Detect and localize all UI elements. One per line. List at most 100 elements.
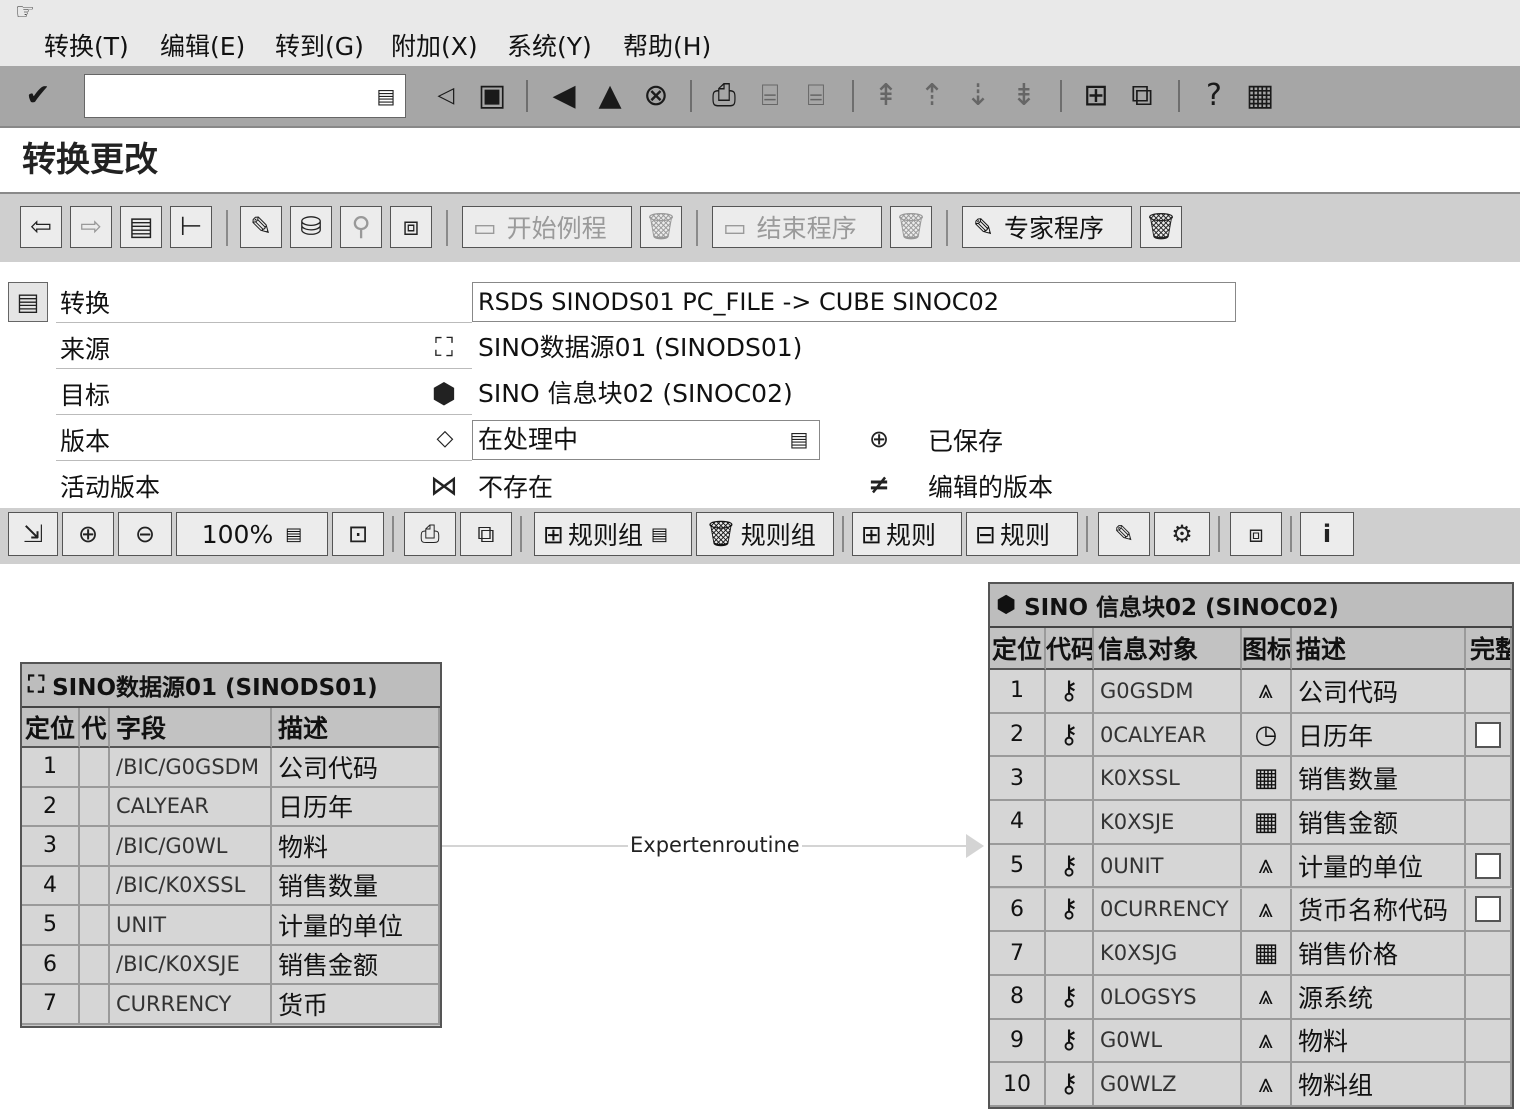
version-dropdown-icon[interactable]: ▤ <box>786 426 812 452</box>
enter-check-icon[interactable]: ✔ <box>18 74 58 118</box>
help-icon[interactable]: ? <box>1194 74 1234 118</box>
menu-edit[interactable]: 编辑(E) <box>160 30 245 64</box>
copy-graphic-icon[interactable]: ⧉ <box>460 512 512 556</box>
back-arrow-icon[interactable]: ⇦ <box>20 206 62 248</box>
column-header[interactable]: 信息对象 <box>1094 628 1242 670</box>
menu-help[interactable]: 帮助(H) <box>623 30 711 64</box>
shortcut-icon[interactable]: ⧉ <box>1122 74 1162 118</box>
table-row[interactable]: 2 CALYEAR 日历年 <box>22 787 440 827</box>
check-rule-icon[interactable]: ⚙ <box>1154 512 1210 556</box>
system-menu-icon[interactable]: ☞ <box>10 2 40 24</box>
create-rule-group-button[interactable]: ⊞ 规则组 ▤ <box>534 512 692 556</box>
info-icon[interactable]: i <box>1300 512 1354 556</box>
table-row[interactable]: 5 ⚷ 0UNIT ⩓ 计量的单位 <box>990 844 1512 889</box>
command-dropdown-icon[interactable]: ▤ <box>372 82 400 110</box>
complete-checkbox[interactable] <box>1475 721 1501 748</box>
type-icon-cell: ⩓ <box>1242 975 1292 1020</box>
delete-rule-group-button[interactable]: 🗑 规则组 <box>696 512 834 556</box>
check-icon[interactable]: ⛁ <box>290 206 332 248</box>
delete-expert-routine-icon[interactable]: 🗑 <box>1140 206 1182 248</box>
zoom-in-icon[interactable]: ⊕ <box>62 512 114 556</box>
zoom-dropdown-icon: ▤ <box>285 523 303 545</box>
toolbar-separator <box>1290 516 1292 552</box>
first-page-icon[interactable]: ⇞ <box>866 74 906 118</box>
table-row[interactable]: 5 UNIT 计量的单位 <box>22 906 440 946</box>
print-icon[interactable]: ⎙ <box>704 74 744 118</box>
technical-info-icon[interactable]: ⧈ <box>390 206 432 248</box>
column-header[interactable]: 字段 <box>110 708 272 748</box>
column-header[interactable]: 完整 <box>1466 628 1512 670</box>
menu-goto[interactable]: 转到(G) <box>275 30 364 64</box>
column-header[interactable]: 描述 <box>272 708 440 748</box>
connector-label[interactable]: Expertenroutine <box>628 830 802 860</box>
column-header[interactable]: 代码 <box>1046 628 1094 670</box>
table-row[interactable]: 7 CURRENCY 货币 <box>22 985 440 1025</box>
forward-arrow-icon[interactable]: ⇨ <box>70 206 112 248</box>
edit-display-icon[interactable]: ✎ <box>240 206 282 248</box>
table-row[interactable]: 6/BIC/K0XSJE 销售金额 <box>22 945 440 985</box>
next-page-icon[interactable]: ⇣ <box>958 74 998 118</box>
table-row[interactable]: 1 ⚷ G0GSDM ⩓ 公司代码 <box>990 670 1512 714</box>
menu-extras[interactable]: 附加(X) <box>391 30 478 64</box>
find-icon[interactable]: ⌸ <box>750 74 790 118</box>
char-icon: ⩓ <box>1258 981 1274 1012</box>
column-header[interactable]: 描述 <box>1292 628 1466 670</box>
table-row[interactable]: 4 K0XSJE ▦ 销售金额 <box>990 801 1512 845</box>
table-row[interactable]: 8 ⚷ 0LOGSYS ⩓ 源系统 <box>990 975 1512 1020</box>
end-routine-button[interactable]: ▭ 结束程序 <box>712 206 882 248</box>
table-row[interactable]: 6 ⚷ 0CURRENCY ⩓ 货币名称代码 <box>990 888 1512 933</box>
back-icon[interactable]: ◀ <box>544 74 584 118</box>
zoom-select[interactable]: 100% ▤ <box>176 512 328 556</box>
complete-checkbox[interactable] <box>1475 852 1501 879</box>
collapse-header-icon[interactable]: ▤ <box>8 282 48 322</box>
command-field[interactable] <box>84 74 406 118</box>
unit-icon: ⩓ <box>1258 850 1274 881</box>
table-row[interactable]: 9 ⚷ G0WL ⩓ 物料 <box>990 1019 1512 1064</box>
previous-page-icon[interactable]: ⇡ <box>912 74 952 118</box>
new-session-icon[interactable]: ⊞ <box>1076 74 1116 118</box>
column-header[interactable]: 定位 <box>990 628 1046 670</box>
delete-rule-button[interactable]: ⊟ 规则 <box>966 512 1078 556</box>
last-page-icon[interactable]: ⇟ <box>1004 74 1044 118</box>
save-icon[interactable]: ▣ <box>472 74 512 118</box>
menu-system[interactable]: 系统(Y) <box>507 30 592 64</box>
zoom-out-icon[interactable]: ⊖ <box>118 512 172 556</box>
layout-menu-icon[interactable]: ▦ <box>1240 74 1280 118</box>
expert-routine-button[interactable]: ✎ 专家程序 <box>962 206 1132 248</box>
description-cell: 物料组 <box>1292 1063 1466 1107</box>
table-row[interactable]: 3/BIC/G0WL 物料 <box>22 827 440 867</box>
delete-end-routine-icon[interactable]: 🗑 <box>890 206 932 248</box>
transform-label: 转换 <box>60 289 111 318</box>
find-next-icon[interactable]: ⌸ <box>796 74 836 118</box>
create-rule-button[interactable]: ⊞ 规则 <box>852 512 962 556</box>
table-row[interactable]: 4/BIC/K0XSSL 销售数量 <box>22 866 440 906</box>
version-diamond-icon: ◇ <box>436 426 454 451</box>
activate-icon[interactable]: ⚲ <box>340 206 382 248</box>
type-icon-cell: ⩓ <box>1242 1063 1292 1107</box>
display-table-icon[interactable]: ▤ <box>120 206 162 248</box>
technical-details-icon[interactable]: ⧈ <box>1230 512 1282 556</box>
edit-rule-icon[interactable]: ✎ <box>1098 512 1150 556</box>
cancel-icon[interactable]: ⊗ <box>636 74 676 118</box>
print-graphic-icon[interactable]: ⎙ <box>404 512 456 556</box>
back-small-icon[interactable]: ◁ <box>426 74 466 118</box>
exit-icon[interactable]: ▲ <box>590 74 630 118</box>
hierarchy-icon[interactable]: ⊢ <box>170 206 212 248</box>
source-table-header: 定位 代 字段 描述 <box>22 708 440 748</box>
table-row[interactable]: 1/BIC/G0GSDM 公司代码 <box>22 748 440 788</box>
table-row[interactable]: 2 ⚷ 0CALYEAR ◷ 日历年 <box>990 713 1512 758</box>
infoobject-cell: 0UNIT <box>1094 844 1242 889</box>
table-row[interactable]: 7 K0XSJG ▦ 销售价格 <box>990 932 1512 976</box>
start-routine-button[interactable]: ▭ 开始例程 <box>462 206 632 248</box>
table-row[interactable]: 3 K0XSSL ▦ 销售数量 <box>990 757 1512 802</box>
layout-icon[interactable]: ⇲ <box>8 512 58 556</box>
delete-start-routine-icon[interactable]: 🗑 <box>640 206 682 248</box>
complete-checkbox[interactable] <box>1475 896 1501 923</box>
table-row[interactable]: 10 ⚷ G0WLZ ⩓ 物料组 <box>990 1063 1512 1107</box>
column-header[interactable]: 定位 <box>22 708 80 748</box>
overview-icon[interactable]: ⊡ <box>332 512 384 556</box>
type-icon-cell: ⩓ <box>1242 1019 1292 1064</box>
column-header[interactable]: 图标 <box>1242 628 1292 670</box>
column-header[interactable]: 代 <box>80 708 110 748</box>
menu-transform[interactable]: 转换(T) <box>44 30 129 64</box>
